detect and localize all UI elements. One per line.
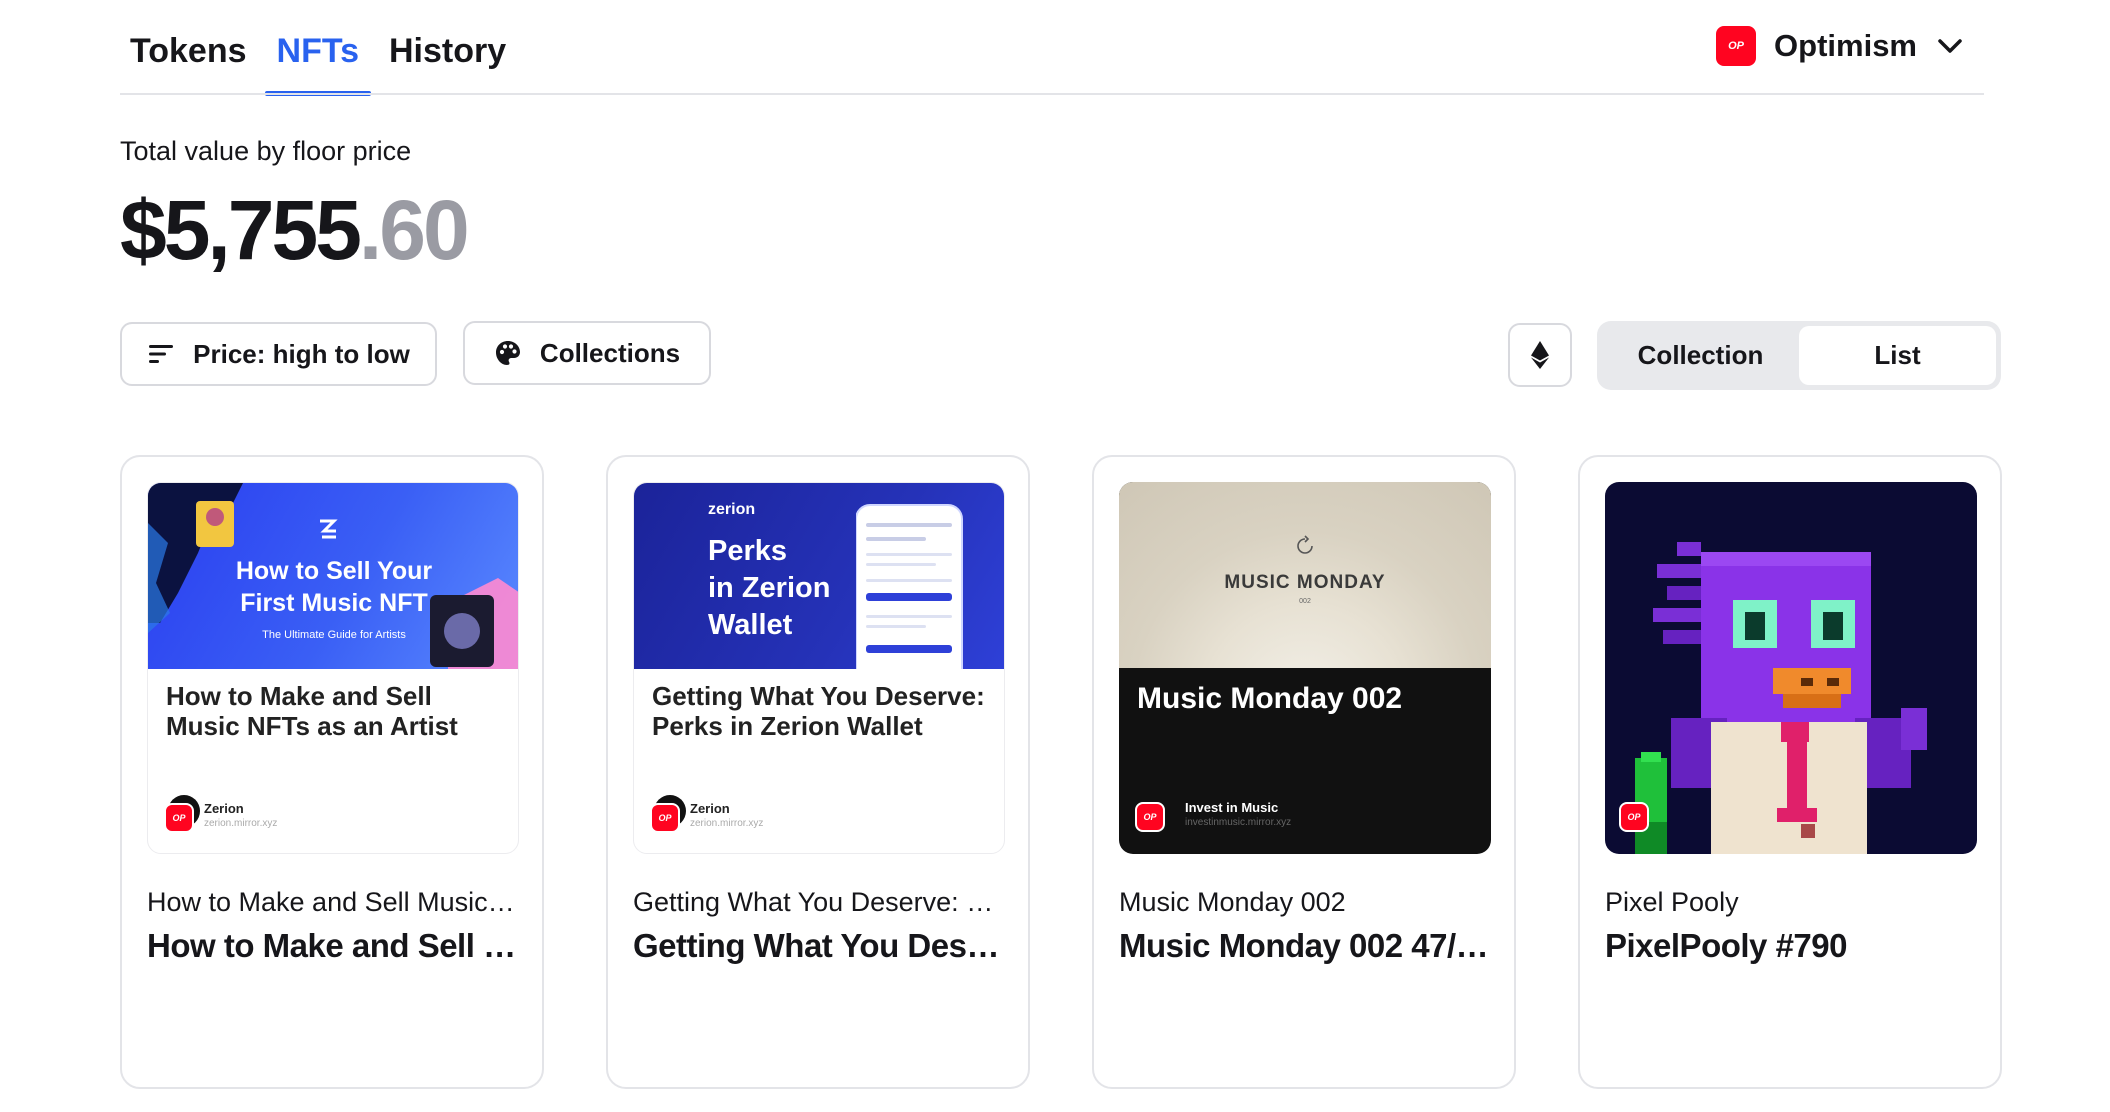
phone-mockup — [856, 504, 963, 669]
tab-history[interactable]: History — [377, 20, 518, 95]
banner-line-2: in Zerion — [708, 572, 831, 604]
nft-image: OP — [1605, 482, 1977, 854]
nft-name: Music Monday 002 47/100 — [1119, 927, 1489, 964]
ethereum-price-toggle[interactable] — [1508, 323, 1572, 387]
article-title: Music Monday 002 — [1137, 682, 1403, 715]
sort-label: Price: high to low — [193, 338, 410, 369]
article-title: How to Make and Sell Music NFTs as an Ar… — [166, 681, 458, 741]
cover-title: MUSIC MONDAY — [1224, 572, 1386, 593]
palette-icon — [495, 341, 520, 365]
optimism-icon: OP — [650, 803, 680, 833]
nft-image: How to Sell Your First Music NFT The Ult… — [147, 482, 519, 854]
collections-label: Collections — [539, 337, 681, 368]
nft-card[interactable]: How to Sell Your First Music NFT The Ult… — [120, 455, 544, 1089]
nft-banner: How to Sell Your First Music NFT The Ult… — [148, 483, 518, 669]
network-selector[interactable]: OP Optimism — [1716, 26, 1965, 66]
banner-line-3: Wallet — [708, 609, 793, 641]
refresh-icon — [1297, 535, 1313, 554]
banner-title-line-2: First Music NFT — [240, 589, 428, 617]
nft-card[interactable]: OP Pixel Pooly PixelPooly #790 — [1578, 455, 2002, 1089]
nft-name: Getting What You Deserve: Perks in Zerio… — [633, 927, 1003, 964]
article-author-domain: zerion.mirror.xyz — [204, 818, 278, 829]
banner-title-line-1: How to Sell Your — [235, 557, 433, 585]
banner-subtitle: The Ultimate Guide for Artists — [262, 629, 406, 641]
tab-bar: Tokens NFTs History — [120, 20, 524, 96]
view-list-option[interactable]: List — [1799, 326, 1996, 385]
article-title: Getting What You Deserve: Perks in Zerio… — [652, 681, 985, 741]
nft-banner: zerion Perks in Zerion Wallet — [634, 483, 1004, 669]
nft-image: zerion Perks in Zerion Wallet Getting Wh… — [633, 482, 1005, 854]
nft-card[interactable]: zerion Perks in Zerion Wallet Getting Wh… — [606, 455, 1030, 1089]
nft-name: How to Make and Sell Music NFTs as an Ar… — [147, 927, 517, 964]
pixel-pooly-artwork — [1635, 542, 1927, 854]
nft-name: PixelPooly #790 — [1605, 927, 1847, 964]
sort-button[interactable]: Price: high to low — [120, 322, 437, 386]
article-author-domain: investinmusic.mirror.xyz — [1185, 817, 1292, 828]
banner-brand: zerion — [708, 501, 756, 518]
collections-button[interactable]: Collections — [463, 321, 711, 385]
total-value-whole: $5,755 — [120, 183, 362, 277]
cover-subtitle: 002 — [1299, 598, 1311, 605]
total-value-cents: .60 — [358, 183, 470, 277]
nft-collection-name: Getting What You Deserve: Perks in Zerio… — [633, 887, 1003, 917]
music-cover: MUSIC MONDAY 002 — [1119, 482, 1491, 668]
article-author: Zerion — [204, 801, 244, 816]
view-collection-option[interactable]: Collection — [1602, 326, 1799, 385]
tab-divider — [120, 93, 1984, 95]
banner-line-1: Perks — [708, 535, 788, 567]
nft-collection-name: How to Make and Sell Music NFTs as an Ar… — [147, 887, 517, 917]
optimism-icon: OP — [1135, 802, 1165, 832]
tab-tokens[interactable]: Tokens — [120, 20, 259, 95]
optimism-icon: OP — [164, 803, 194, 833]
article-author-domain: zerion.mirror.xyz — [690, 818, 764, 829]
tab-nfts[interactable]: NFTs — [264, 20, 372, 96]
ethereum-icon — [1531, 341, 1549, 369]
total-value-label: Total value by floor price — [120, 136, 412, 166]
sort-icon — [149, 345, 174, 363]
network-label: Optimism — [1774, 28, 1917, 63]
article-author: Zerion — [690, 801, 730, 816]
nft-collection-name: Music Monday 002 — [1119, 887, 1346, 917]
chevron-down-icon — [1935, 31, 1965, 61]
total-value: $5,755.60 — [120, 188, 470, 272]
view-toggle: Collection List — [1597, 321, 2001, 390]
optimism-icon: OP — [1619, 802, 1649, 832]
optimism-icon: OP — [1716, 26, 1757, 66]
nft-card[interactable]: MUSIC MONDAY 002 Music Monday 002 OP Inv… — [1092, 455, 1516, 1089]
nft-collection-name: Pixel Pooly — [1605, 887, 1739, 917]
article-author: Invest in Music — [1185, 800, 1279, 815]
nft-image: MUSIC MONDAY 002 Music Monday 002 OP Inv… — [1119, 482, 1491, 854]
